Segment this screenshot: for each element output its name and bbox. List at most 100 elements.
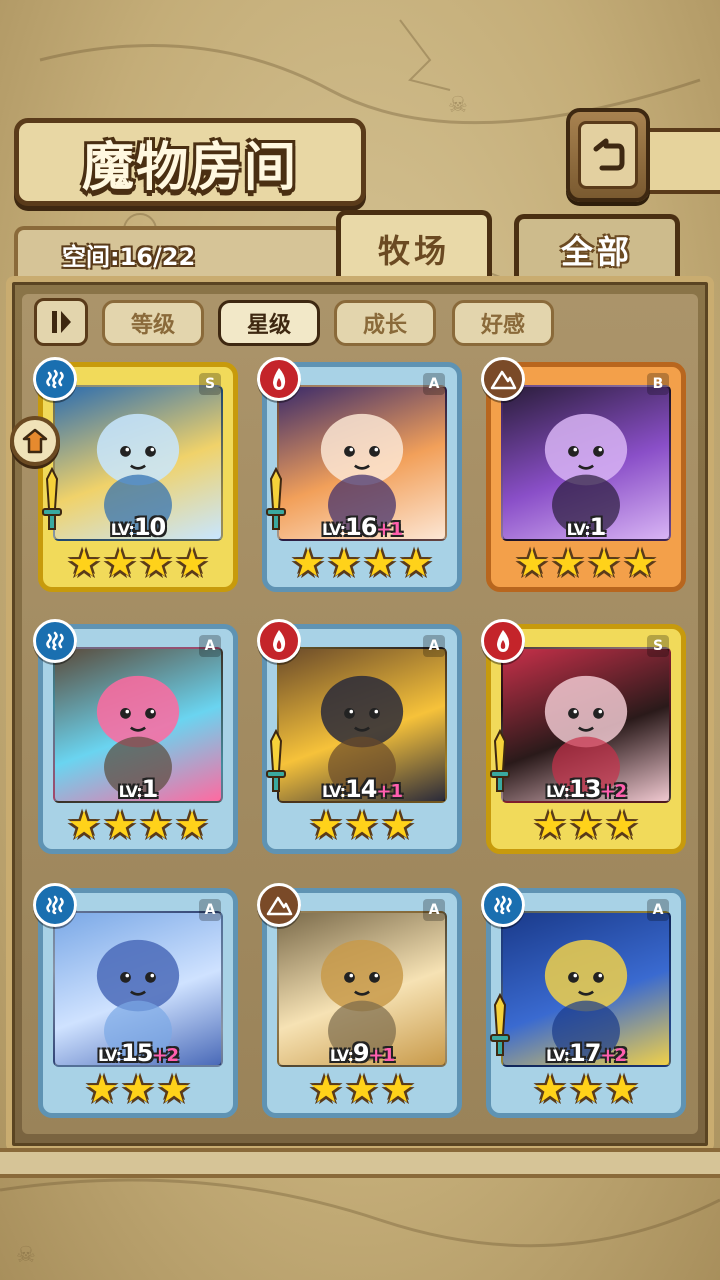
earth-element-icon bbox=[257, 883, 301, 927]
rank-badge: A bbox=[199, 635, 221, 657]
fire-element-icon bbox=[481, 619, 525, 663]
storage-space-label: 空间:16/22 bbox=[62, 242, 196, 271]
monster-card[interactable]: A LV:1 ★ ★ ★ ★ bbox=[33, 619, 238, 854]
level-value: 9 bbox=[352, 1039, 370, 1067]
level-value: 1 bbox=[141, 775, 159, 803]
collapse-filter-button[interactable] bbox=[34, 298, 88, 346]
star-icon: ★ bbox=[308, 1067, 344, 1111]
star-icon: ★ bbox=[398, 541, 434, 585]
earth-element-icon bbox=[481, 357, 525, 401]
tab-all[interactable]: 全部 bbox=[514, 214, 680, 280]
rank-badge: B bbox=[647, 373, 669, 395]
star-rating: ★ ★ ★ bbox=[491, 1067, 681, 1111]
level-label: LV:14+1 bbox=[321, 775, 403, 803]
monster-card[interactable]: S LV:13+2 ★ ★ ★ bbox=[481, 619, 686, 854]
level-label: LV:13+2 bbox=[545, 775, 627, 803]
star-icon: ★ bbox=[84, 1067, 120, 1111]
star-rating: ★ ★ ★ bbox=[43, 1067, 233, 1111]
monster-card[interactable]: A LV:15+2 ★ ★ ★ bbox=[33, 883, 238, 1118]
star-icon: ★ bbox=[344, 1067, 380, 1111]
svg-text:☠: ☠ bbox=[16, 1243, 36, 1268]
water-element-icon bbox=[481, 883, 525, 927]
team-lock-badge[interactable] bbox=[10, 416, 60, 466]
star-icon: ★ bbox=[138, 803, 174, 847]
sort-star-label: 星级 bbox=[246, 313, 291, 338]
star-rating: ★ ★ ★ bbox=[267, 803, 457, 847]
star-icon: ★ bbox=[326, 541, 362, 585]
star-icon: ★ bbox=[586, 541, 622, 585]
level-bonus: +2 bbox=[600, 1045, 627, 1066]
star-icon: ★ bbox=[174, 803, 210, 847]
star-rating: ★ ★ ★ ★ bbox=[491, 541, 681, 585]
star-icon: ★ bbox=[290, 541, 326, 585]
level-value: 16 bbox=[345, 513, 377, 541]
rank-badge: A bbox=[199, 899, 221, 921]
monster-card[interactable]: A LV:9+1 ★ ★ ★ bbox=[257, 883, 462, 1118]
level-bonus: +1 bbox=[376, 519, 403, 540]
rank-badge: S bbox=[199, 373, 221, 395]
page-title: 魔物房间 bbox=[81, 136, 298, 198]
star-icon: ★ bbox=[102, 803, 138, 847]
storage-space-bar: 空间:16/22 bbox=[14, 226, 344, 278]
star-icon: ★ bbox=[120, 1067, 156, 1111]
level-bonus: +1 bbox=[376, 781, 403, 802]
monster-card[interactable]: B LV:1 ★ ★ ★ ★ bbox=[481, 357, 686, 592]
star-icon: ★ bbox=[568, 803, 604, 847]
sort-growth-button[interactable]: 成长 bbox=[334, 300, 436, 346]
star-icon: ★ bbox=[174, 541, 210, 585]
star-icon: ★ bbox=[604, 803, 640, 847]
level-bonus: +2 bbox=[152, 1045, 179, 1066]
back-button[interactable] bbox=[566, 108, 650, 202]
monster-card[interactable]: A LV:16+1 ★ ★ ★ ★ bbox=[257, 357, 462, 592]
sort-star-button[interactable]: 星级 bbox=[218, 300, 320, 346]
sort-level-label: 等级 bbox=[130, 313, 175, 338]
level-bonus: +2 bbox=[600, 781, 627, 802]
level-label: LV:10 bbox=[110, 513, 166, 541]
level-value: 10 bbox=[133, 513, 166, 541]
star-icon: ★ bbox=[550, 541, 586, 585]
svg-text:☠: ☠ bbox=[448, 93, 468, 118]
level-label: LV:17+2 bbox=[545, 1039, 627, 1067]
star-rating: ★ ★ ★ ★ bbox=[43, 541, 233, 585]
star-icon: ★ bbox=[568, 1067, 604, 1111]
bottom-bar bbox=[0, 1148, 720, 1178]
star-rating: ★ ★ ★ bbox=[491, 803, 681, 847]
monster-card[interactable]: S LV:10 ★ ★ ★ ★ bbox=[33, 357, 238, 592]
tab-ranch[interactable]: 牧场 bbox=[336, 210, 492, 282]
rank-badge: A bbox=[647, 899, 669, 921]
level-label: LV:1 bbox=[566, 513, 607, 541]
level-value: 15 bbox=[121, 1039, 153, 1067]
back-button-face bbox=[578, 121, 638, 189]
level-label: LV:15+2 bbox=[97, 1039, 179, 1067]
sort-affection-button[interactable]: 好感 bbox=[452, 300, 554, 346]
star-icon: ★ bbox=[622, 541, 658, 585]
rank-badge: S bbox=[647, 635, 669, 657]
page-title-banner: 魔物房间 bbox=[14, 118, 366, 206]
level-value: 13 bbox=[569, 775, 601, 803]
level-value: 14 bbox=[345, 775, 377, 803]
water-element-icon bbox=[33, 619, 77, 663]
star-icon: ★ bbox=[156, 1067, 192, 1111]
collapse-icon bbox=[52, 311, 71, 333]
monster-card[interactable]: A LV:14+1 ★ ★ ★ bbox=[257, 619, 462, 854]
star-icon: ★ bbox=[532, 803, 568, 847]
sort-growth-label: 成长 bbox=[362, 313, 407, 338]
star-icon: ★ bbox=[138, 541, 174, 585]
star-icon: ★ bbox=[102, 541, 138, 585]
sort-level-button[interactable]: 等级 bbox=[102, 300, 204, 346]
star-rating: ★ ★ ★ bbox=[267, 1067, 457, 1111]
star-icon: ★ bbox=[532, 1067, 568, 1111]
team-lock-icon bbox=[22, 428, 48, 454]
star-icon: ★ bbox=[66, 541, 102, 585]
level-label: LV:16+1 bbox=[321, 513, 403, 541]
star-icon: ★ bbox=[66, 803, 102, 847]
tab-ranch-label: 牧场 bbox=[377, 231, 450, 270]
fire-element-icon bbox=[257, 619, 301, 663]
level-label: LV:9+1 bbox=[329, 1039, 395, 1067]
rank-badge: A bbox=[423, 635, 445, 657]
sort-affection-label: 好感 bbox=[480, 313, 525, 338]
star-rating: ★ ★ ★ ★ bbox=[43, 803, 233, 847]
star-icon: ★ bbox=[604, 1067, 640, 1111]
monster-card[interactable]: A LV:17+2 ★ ★ ★ bbox=[481, 883, 686, 1118]
star-icon: ★ bbox=[308, 803, 344, 847]
